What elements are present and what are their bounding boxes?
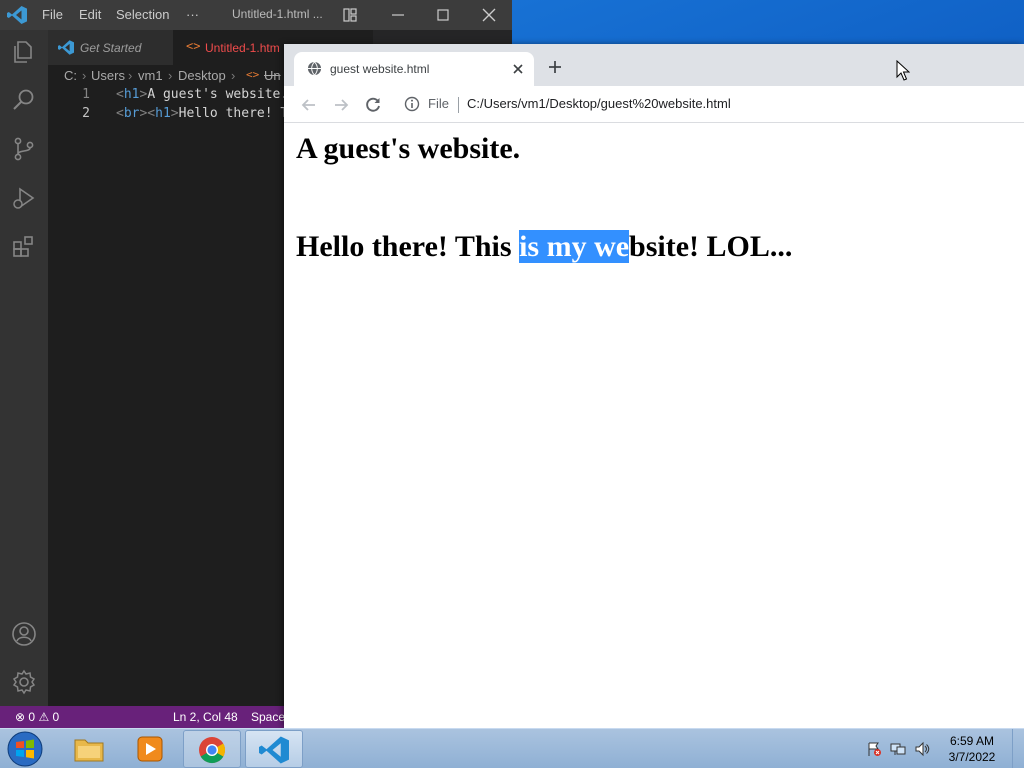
- problems-indicator[interactable]: ⊗ 0 ⚠ 0: [15, 710, 59, 724]
- settings-gear-icon[interactable]: [11, 669, 37, 695]
- menu-selection[interactable]: Selection: [116, 7, 169, 22]
- folder-icon: [74, 739, 104, 762]
- heading-2-text-after: bsite! LOL...: [629, 230, 793, 263]
- error-count: 0: [28, 710, 36, 724]
- extensions-icon[interactable]: [11, 233, 37, 259]
- vscode-icon: [259, 736, 289, 764]
- breadcrumb-users[interactable]: Users: [91, 68, 125, 83]
- close-icon[interactable]: [479, 5, 499, 25]
- chrome-tab-strip: guest website.html: [284, 44, 1024, 86]
- menu-more[interactable]: ···: [186, 7, 199, 22]
- search-icon[interactable]: [11, 87, 37, 113]
- line-number: 2: [82, 106, 90, 121]
- chrome-icon: [199, 737, 226, 764]
- page-heading-1: A guest's website.: [296, 132, 521, 165]
- source-control-icon[interactable]: [11, 136, 37, 162]
- scheme-label: File: [428, 96, 449, 111]
- url-text: C:/Users/vm1/Desktop/guest%20website.htm…: [467, 96, 731, 111]
- forward-arrow-icon[interactable]: [331, 95, 351, 115]
- taskbar-file-explorer[interactable]: [60, 730, 118, 768]
- tab-get-started-label: Get Started: [80, 41, 142, 55]
- close-tab-icon[interactable]: [512, 63, 524, 75]
- breadcrumb-desktop[interactable]: Desktop: [178, 68, 226, 83]
- vscode-titlebar: File Edit Selection ··· Untitled-1.html …: [0, 0, 512, 30]
- breadcrumb-file[interactable]: Un: [264, 68, 281, 83]
- activity-bar: [0, 30, 48, 706]
- globe-icon: [307, 61, 322, 76]
- minimize-icon[interactable]: [388, 5, 408, 25]
- warning-count: 0: [52, 710, 60, 724]
- menu-edit[interactable]: Edit: [79, 7, 101, 22]
- tab-get-started[interactable]: Get Started: [48, 30, 173, 65]
- chrome-window: guest website.html File C:/Users/vm1/Des…: [284, 44, 1024, 728]
- tab-untitled-label: Untitled-1.htm: [205, 41, 280, 55]
- warning-icon: ⚠: [38, 710, 50, 724]
- browser-tab[interactable]: guest website.html: [294, 52, 534, 86]
- chevron-right-icon: ›: [82, 68, 87, 83]
- windows-start-orb-icon[interactable]: [5, 730, 45, 768]
- vscode-logo-icon: [7, 6, 27, 24]
- html-file-icon: <>: [186, 39, 201, 53]
- chrome-toolbar: File C:/Users/vm1/Desktop/guest%20websit…: [284, 86, 1024, 123]
- show-desktop-button[interactable]: [1012, 729, 1024, 768]
- network-icon[interactable]: [890, 741, 906, 757]
- volume-speaker-icon[interactable]: [914, 741, 930, 757]
- taskbar-vscode[interactable]: [245, 730, 303, 768]
- system-clock[interactable]: 6:59 AM 3/7/2022: [940, 733, 1004, 765]
- taskbar: 6:59 AM 3/7/2022: [0, 728, 1024, 768]
- selected-text: is my we: [519, 230, 630, 263]
- media-player-icon: [137, 736, 163, 762]
- explorer-icon[interactable]: [11, 39, 37, 65]
- chevron-right-icon: ›: [128, 68, 133, 83]
- menu-file[interactable]: File: [42, 7, 63, 22]
- account-icon[interactable]: [11, 621, 37, 647]
- web-page-content: A guest's website. Hello there! This is …: [284, 124, 1024, 728]
- breadcrumb-vm1[interactable]: vm1: [138, 68, 163, 83]
- cursor-position[interactable]: Ln 2, Col 48: [173, 710, 238, 724]
- window-title: Untitled-1.html ...: [232, 7, 323, 21]
- action-center-flag-icon[interactable]: [866, 741, 882, 757]
- omnibox-divider: [458, 97, 459, 113]
- tab-title: guest website.html: [330, 62, 430, 76]
- indentation-status[interactable]: Space: [251, 710, 285, 724]
- heading-2-text-before: Hello there! This: [296, 230, 520, 263]
- breadcrumb-drive[interactable]: C:: [64, 68, 77, 83]
- address-bar[interactable]: File C:/Users/vm1/Desktop/guest%20websit…: [396, 90, 1024, 119]
- clock-date: 3/7/2022: [948, 750, 996, 764]
- back-arrow-icon[interactable]: [299, 95, 319, 115]
- taskbar-media-player[interactable]: [121, 730, 179, 768]
- mouse-cursor-icon: [896, 60, 910, 81]
- info-icon[interactable]: [404, 96, 420, 112]
- taskbar-chrome[interactable]: [183, 730, 241, 768]
- reload-icon[interactable]: [363, 95, 383, 115]
- line-number: 1: [82, 87, 90, 102]
- new-tab-plus-icon[interactable]: [546, 58, 564, 76]
- clock-time: 6:59 AM: [949, 734, 995, 748]
- layout-icon[interactable]: [340, 5, 360, 25]
- html-file-icon: <>: [246, 68, 260, 81]
- error-icon: ⊗: [15, 710, 26, 724]
- maximize-icon[interactable]: [433, 5, 453, 25]
- chevron-right-icon: ›: [231, 68, 236, 83]
- run-debug-icon[interactable]: [11, 185, 37, 211]
- vscode-tab-icon: [58, 40, 74, 55]
- page-heading-2: Hello there! This is my website! LOL...: [296, 230, 792, 264]
- chevron-right-icon: ›: [168, 68, 173, 83]
